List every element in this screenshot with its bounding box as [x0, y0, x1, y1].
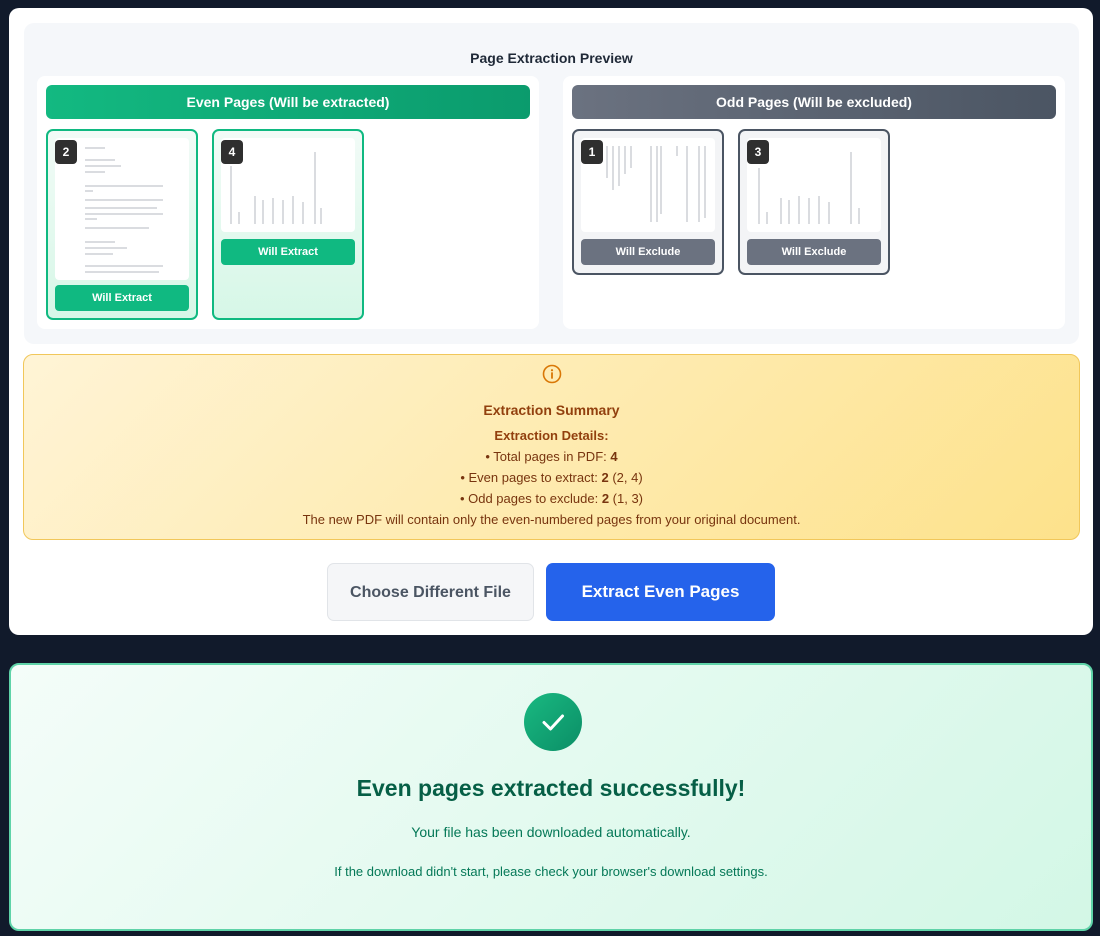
total-label: • Total pages in PDF:	[485, 449, 611, 464]
extraction-panel: Page Extraction Preview Even Pages (Will…	[9, 8, 1093, 635]
will-extract-button[interactable]: Will Extract	[221, 239, 355, 265]
summary-details-label: Extraction Details:	[494, 428, 609, 443]
summary-even-pages: • Even pages to extract: 2 (2, 4)	[24, 470, 1079, 485]
extraction-summary: Extraction Summary Extraction Details: •…	[23, 354, 1080, 540]
preview-title: Page Extraction Preview	[470, 50, 633, 66]
page-number-badge: 2	[55, 140, 77, 164]
page-card-2[interactable]: 2 Will Extract	[46, 129, 198, 320]
summary-odd-pages: • Odd pages to exclude: 2 (1, 3)	[24, 491, 1079, 506]
odd-pages-group: Odd Pages (Will be excluded) 1 Will Excl…	[563, 76, 1065, 329]
will-exclude-button[interactable]: Will Exclude	[747, 239, 881, 265]
total-value: 4	[610, 449, 618, 464]
check-icon	[542, 714, 564, 731]
odd-pages-header: Odd Pages (Will be excluded)	[572, 85, 1056, 119]
summary-title: Extraction Summary	[483, 402, 620, 418]
success-message: Your file has been downloaded automatica…	[411, 824, 691, 840]
page-number-badge: 4	[221, 140, 243, 164]
will-extract-button[interactable]: Will Extract	[55, 285, 189, 311]
odd-list: (1, 3)	[609, 491, 644, 506]
page-card-4[interactable]: 4 Will Extract	[212, 129, 364, 320]
page-card-3[interactable]: 3 Will Exclude	[738, 129, 890, 275]
summary-total-pages: • Total pages in PDF: 4	[24, 449, 1079, 464]
success-title: Even pages extracted successfully!	[356, 775, 746, 801]
page-number-badge: 3	[747, 140, 769, 164]
page-card-1[interactable]: 1 Will Exclude	[572, 129, 724, 275]
even-label: • Even pages to extract:	[460, 470, 602, 485]
extract-even-pages-button[interactable]: Extract Even Pages	[546, 563, 775, 621]
even-value: 2	[601, 470, 609, 485]
page-number-badge: 1	[581, 140, 603, 164]
even-pages-header: Even Pages (Will be extracted)	[46, 85, 530, 119]
success-note: If the download didn't start, please che…	[334, 864, 768, 879]
will-exclude-button[interactable]: Will Exclude	[581, 239, 715, 265]
choose-different-file-button[interactable]: Choose Different File	[327, 563, 534, 621]
success-badge	[524, 693, 582, 751]
odd-label: • Odd pages to exclude:	[459, 491, 602, 506]
summary-note: The new PDF will contain only the even-n…	[302, 512, 801, 527]
extraction-preview: Page Extraction Preview Even Pages (Will…	[24, 23, 1079, 344]
success-panel: Even pages extracted successfully! Your …	[9, 663, 1093, 931]
even-pages-group: Even Pages (Will be extracted) 2 Will Ex…	[37, 76, 539, 329]
info-circle-icon	[542, 364, 562, 384]
even-list: (2, 4)	[608, 470, 643, 485]
odd-value: 2	[601, 491, 610, 506]
